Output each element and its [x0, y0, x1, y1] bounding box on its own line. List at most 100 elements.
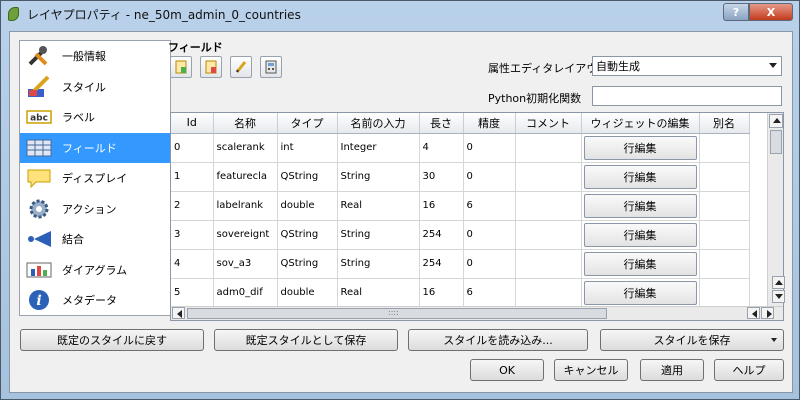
table-cell[interactable]: 4 [419, 133, 464, 163]
delete-column-button[interactable] [200, 56, 222, 78]
save-style-button[interactable]: スタイルを保存 [600, 329, 784, 351]
table-cell[interactable]: int [277, 133, 338, 163]
scroll-left-button[interactable] [172, 307, 185, 319]
horizontal-scroll-thumb[interactable]: :::: [187, 308, 607, 319]
table-row[interactable]: 2 labelrank double Real 16 6 行編集 [171, 191, 750, 221]
column-header[interactable]: 別名 [699, 113, 750, 134]
table-cell[interactable]: 6 [463, 278, 516, 308]
table-cell[interactable]: labelrank [213, 191, 278, 221]
table-cell[interactable]: 16 [419, 278, 464, 308]
column-header[interactable]: 精度 [463, 113, 516, 134]
table-cell[interactable] [515, 278, 582, 308]
table-cell[interactable]: String [337, 220, 420, 250]
edit-widget-button[interactable]: 行編集 [583, 222, 697, 247]
sidebar-item-fields[interactable]: フィールド [20, 132, 170, 163]
table-cell[interactable] [699, 278, 750, 308]
column-header[interactable]: Id [171, 113, 214, 134]
table-cell[interactable]: 0 [463, 162, 516, 192]
table-cell[interactable] [515, 191, 582, 221]
restore-default-style-button[interactable]: 既定のスタイルに戻す [20, 329, 204, 351]
new-column-button[interactable] [170, 56, 192, 78]
table-cell[interactable] [699, 249, 750, 279]
edit-widget-button[interactable]: 行編集 [583, 193, 697, 218]
column-header[interactable]: コメント [515, 113, 582, 134]
table-cell[interactable]: QString [277, 220, 338, 250]
save-as-default-button[interactable]: 既定スタイルとして保存 [214, 329, 398, 351]
widget-edit-cell[interactable]: 行編集 [581, 162, 700, 192]
sidebar-item-general[interactable]: 一般情報 [20, 41, 170, 72]
sidebar-item-diagrams[interactable]: ダイアグラム [20, 255, 170, 286]
table-cell[interactable]: Real [337, 278, 420, 308]
outer-scroll-down-button[interactable] [772, 290, 785, 303]
ok-button[interactable]: OK [470, 359, 544, 381]
table-cell[interactable]: QString [277, 249, 338, 279]
sidebar-item-actions[interactable]: アクション [20, 194, 170, 225]
sidebar-item-joins[interactable]: 結合 [20, 224, 170, 255]
help-title-button[interactable]: ? [723, 3, 749, 21]
table-cell[interactable]: 0 [171, 133, 214, 163]
table-cell[interactable]: scalerank [213, 133, 278, 163]
table-cell[interactable]: 2 [171, 191, 214, 221]
table-cell[interactable]: 16 [419, 191, 464, 221]
table-cell[interactable]: double [277, 191, 338, 221]
table-cell[interactable] [699, 191, 750, 221]
edit-widget-button[interactable]: 行編集 [583, 164, 697, 189]
table-row[interactable]: 5 adm0_dif double Real 16 6 行編集 [171, 278, 750, 308]
table-cell[interactable]: QString [277, 162, 338, 192]
scroll-right-button[interactable] [761, 307, 774, 319]
column-header[interactable]: ウィジェットの編集 [581, 113, 700, 134]
widget-edit-cell[interactable]: 行編集 [581, 249, 700, 279]
widget-edit-cell[interactable]: 行編集 [581, 191, 700, 221]
edit-widget-button[interactable]: 行編集 [583, 280, 697, 305]
table-cell[interactable]: 5 [171, 278, 214, 308]
edit-widget-button[interactable]: 行編集 [583, 251, 697, 276]
table-cell[interactable] [699, 220, 750, 250]
help-button[interactable]: ヘルプ [714, 359, 784, 381]
layout-select[interactable]: 自動生成 [592, 56, 782, 76]
column-header[interactable]: 名前の入力 [337, 113, 420, 134]
table-cell[interactable]: 3 [171, 220, 214, 250]
title-bar[interactable]: レイヤプロパティ - ne_50m_admin_0_countries ? X [1, 1, 799, 27]
table-cell[interactable]: 6 [463, 191, 516, 221]
toggle-edit-button[interactable] [230, 56, 252, 78]
sidebar-item-display[interactable]: ディスプレイ [20, 163, 170, 194]
table-cell[interactable]: sovereignt [213, 220, 278, 250]
table-cell[interactable]: adm0_dif [213, 278, 278, 308]
widget-edit-cell[interactable]: 行編集 [581, 133, 700, 163]
table-cell[interactable]: featurecla [213, 162, 278, 192]
column-header[interactable]: 名称 [213, 113, 278, 134]
sidebar-item-labels[interactable]: abc ラベル [20, 102, 170, 133]
table-cell[interactable]: String [337, 162, 420, 192]
close-button[interactable]: X [749, 3, 793, 21]
apply-button[interactable]: 適用 [640, 359, 704, 381]
table-cell[interactable]: sov_a3 [213, 249, 278, 279]
table-cell[interactable]: 254 [419, 249, 464, 279]
table-row[interactable]: 4 sov_a3 QString String 254 0 行編集 [171, 249, 750, 279]
table-cell[interactable]: double [277, 278, 338, 308]
table-cell[interactable]: 4 [171, 249, 214, 279]
field-calculator-button[interactable] [260, 56, 282, 78]
table-cell[interactable] [515, 220, 582, 250]
table-row[interactable]: 0 scalerank int Integer 4 0 行編集 [171, 133, 750, 163]
table-cell[interactable] [699, 133, 750, 163]
edit-widget-button[interactable]: 行編集 [583, 135, 697, 160]
table-cell[interactable]: 1 [171, 162, 214, 192]
scroll-left-button-2[interactable] [747, 307, 760, 319]
widget-edit-cell[interactable]: 行編集 [581, 220, 700, 250]
scroll-thumb[interactable] [770, 130, 782, 154]
sidebar-item-style[interactable]: スタイル [20, 72, 170, 103]
table-cell[interactable]: Integer [337, 133, 420, 163]
table-cell[interactable]: 0 [463, 249, 516, 279]
horizontal-scrollbar[interactable]: :::: [171, 306, 783, 320]
table-cell[interactable]: 30 [419, 162, 464, 192]
load-style-button[interactable]: スタイルを読み込み... [408, 329, 588, 351]
table-cell[interactable]: 254 [419, 220, 464, 250]
table-row[interactable]: 1 featurecla QString String 30 0 行編集 [171, 162, 750, 192]
table-cell[interactable]: 0 [463, 220, 516, 250]
outer-scroll-up-button[interactable] [772, 276, 785, 289]
table-cell[interactable] [515, 162, 582, 192]
table-cell[interactable] [515, 133, 582, 163]
cancel-button[interactable]: キャンセル [554, 359, 628, 381]
python-init-input[interactable] [592, 86, 782, 106]
table-cell[interactable]: 0 [463, 133, 516, 163]
